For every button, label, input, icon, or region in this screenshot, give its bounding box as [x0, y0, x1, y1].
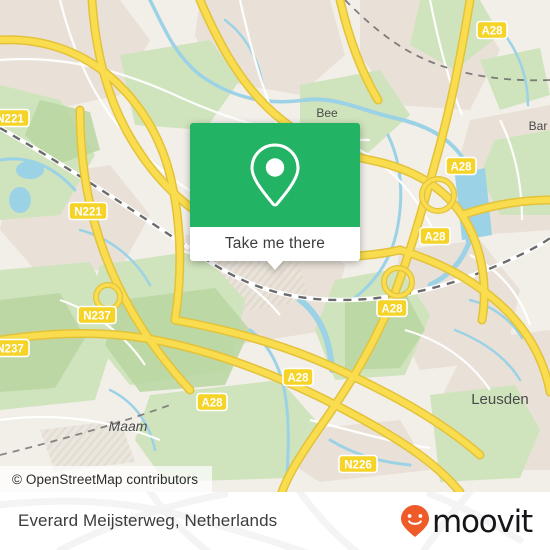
road-shield-label: N237 [0, 343, 24, 355]
take-me-there-label: Take me there [224, 235, 326, 252]
location-title: Everard Meijsterweg, Netherlands [18, 511, 278, 530]
map-place-label: Bee [316, 106, 338, 120]
callout-pointer [266, 260, 284, 270]
road-shield-label: N221 [0, 113, 24, 125]
map-place-label: Leusden [471, 391, 529, 408]
destination-callout-card[interactable]: Take me there [190, 123, 360, 270]
road-shield: N237 [77, 305, 117, 325]
road-shield-label: A28 [201, 397, 223, 409]
road-shield-label: N237 [83, 310, 111, 322]
road-shield-label: A28 [424, 231, 446, 243]
road-shield: A28 [419, 226, 451, 246]
osm-attribution[interactable]: © OpenStreetMap contributors [0, 466, 212, 492]
take-me-there-button[interactable]: Take me there [190, 227, 360, 261]
moovit-logo[interactable]: moovit [400, 503, 533, 540]
moovit-wordmark: moovit [431, 503, 533, 540]
map-place-label: Maam [109, 418, 148, 434]
road-shield-label: A28 [481, 25, 503, 37]
road-shield: A28 [476, 20, 508, 40]
callout-icon-panel [190, 123, 360, 227]
road-shield-label: N221 [74, 206, 102, 218]
road-shield: N221 [0, 108, 30, 128]
road-shield: A28 [376, 298, 408, 318]
road-shield: N221 [68, 201, 108, 221]
road-shield-label: A28 [287, 372, 309, 384]
road-shield: A28 [196, 392, 228, 412]
road-shield: N226 [338, 454, 378, 474]
map-pin-icon [250, 143, 300, 207]
moovit-smiley-pin-icon [400, 505, 429, 537]
moovit-map-screen: Leusden Maam Bee Bar A28 A28 A28 A28 A28 A28 N221… [0, 0, 550, 550]
road-shield-label: A28 [450, 161, 472, 173]
osm-attribution-text: © OpenStreetMap contributors [12, 471, 199, 487]
map-place-label: Bar [529, 119, 548, 133]
footer-bar: Everard Meijsterweg, Netherlands moovit [0, 492, 550, 550]
road-shield: A28 [445, 156, 477, 176]
road-shield-label: A28 [381, 303, 403, 315]
road-shield: A28 [282, 367, 314, 387]
map-canvas[interactable]: Leusden Maam Bee Bar A28 A28 A28 A28 A28 A28 N221… [0, 0, 550, 492]
road-shield: N237 [0, 338, 30, 358]
road-shield-label: N226 [344, 459, 372, 471]
